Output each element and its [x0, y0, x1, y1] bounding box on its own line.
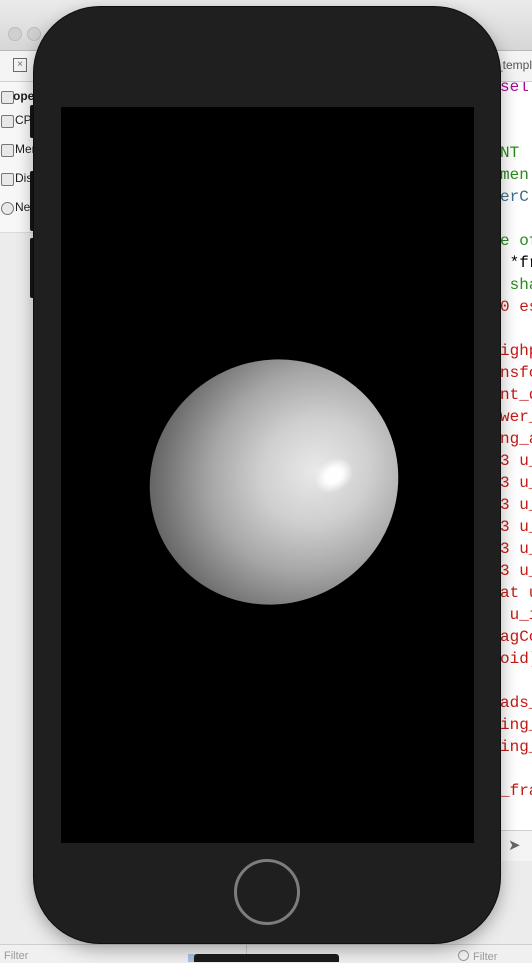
code-line: 3 u_	[500, 518, 532, 536]
code-line: men	[500, 166, 529, 184]
navigator-item-label: Ne	[15, 200, 31, 214]
code-line: ads_	[500, 694, 532, 712]
code-line: u_i	[509, 606, 532, 624]
simulator-screen[interactable]	[61, 107, 474, 843]
minimize-window-button[interactable]	[27, 27, 41, 41]
code-line: *fr	[509, 254, 532, 272]
code-line: NT	[500, 144, 520, 162]
code-line: sel	[500, 82, 529, 96]
code-line: ing_	[500, 716, 532, 734]
home-button[interactable]	[234, 859, 300, 925]
code-line: ighp	[500, 342, 532, 360]
close-window-button[interactable]	[8, 27, 22, 41]
code-line: nsfo	[500, 364, 532, 382]
filter-field-right[interactable]: Filter	[458, 950, 497, 963]
shaded-sphere	[101, 310, 447, 654]
hide-navigator-icon[interactable]: ×	[13, 58, 27, 72]
editor-tab[interactable]: _templa	[496, 58, 532, 72]
code-line: agCo	[500, 628, 532, 646]
code-line: at u	[500, 584, 532, 602]
code-line: 3 u_	[500, 496, 532, 514]
code-line: e of	[500, 232, 532, 250]
memory-gauge-icon	[1, 144, 14, 157]
code-line: erC	[500, 188, 529, 206]
disk-gauge-icon	[1, 173, 14, 186]
filter-icon	[458, 950, 469, 961]
code-line: 3 u_	[500, 540, 532, 558]
navigator-item-label: Mer	[15, 142, 36, 156]
code-line: 3 u_	[500, 474, 532, 492]
code-line: ing_e	[500, 738, 532, 756]
code-line: 3 u_	[500, 452, 532, 470]
network-gauge-icon	[1, 202, 14, 215]
code-line: sha	[509, 276, 532, 294]
code-line: _fra	[500, 782, 532, 800]
code-line: oid)	[500, 650, 532, 668]
code-line: nt_d	[500, 386, 532, 404]
code-line: wer_	[500, 408, 532, 426]
code-line: 3 u_	[500, 562, 532, 580]
filter-field-left[interactable]: Filter	[4, 950, 28, 962]
code-line: 0 es	[500, 298, 532, 316]
filter-placeholder: Filter	[473, 951, 498, 963]
location-arrow-icon[interactable]: ➤	[508, 836, 521, 854]
dock-strip	[194, 954, 339, 962]
cpu-gauge-icon	[1, 115, 14, 128]
code-line: ng_a	[500, 430, 532, 448]
